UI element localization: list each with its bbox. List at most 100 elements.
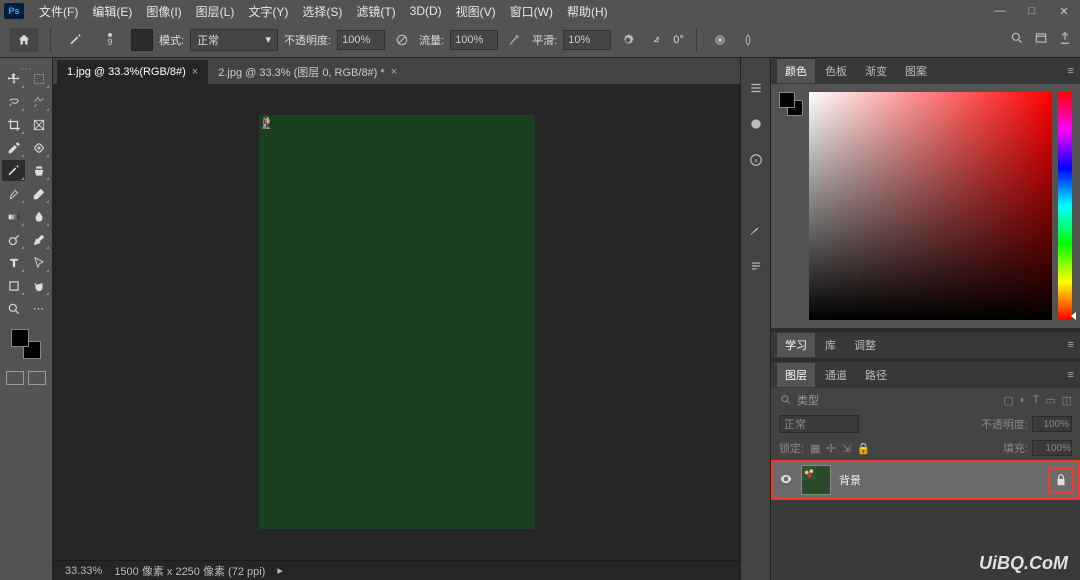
brush-tool-icon[interactable] [63, 29, 89, 51]
frame-tool[interactable] [27, 114, 50, 135]
menu-type[interactable]: 文字(Y) [241, 3, 295, 20]
panel-menu-icon[interactable]: ≡ [1068, 369, 1074, 381]
menu-file[interactable]: 文件(F) [32, 3, 85, 20]
tab-libraries[interactable]: 库 [817, 333, 844, 357]
crop-tool[interactable] [2, 114, 25, 135]
brush-settings-icon[interactable] [746, 78, 766, 98]
lock-all-icon[interactable]: 🔒 [857, 442, 871, 455]
visibility-icon[interactable] [779, 472, 793, 489]
menu-select[interactable]: 选择(S) [295, 3, 349, 20]
menu-layer[interactable]: 图层(L) [189, 3, 242, 20]
character-panel-icon[interactable] [746, 114, 766, 134]
quick-mask-icon[interactable] [6, 371, 24, 385]
layer-opacity-field[interactable] [1032, 416, 1072, 432]
color-swatch-pair[interactable] [779, 92, 803, 116]
tab-gradients[interactable]: 渐变 [857, 59, 895, 83]
layer-blend-dropdown[interactable]: 正常 [779, 415, 859, 433]
panel-menu-icon[interactable]: ≡ [1068, 339, 1074, 351]
share-icon[interactable] [1058, 31, 1072, 48]
airbrush-icon[interactable] [504, 29, 526, 51]
tab-adjustments[interactable]: 调整 [846, 333, 884, 357]
shape-tool[interactable] [2, 275, 25, 296]
lock-position-icon[interactable]: ✢ [826, 442, 835, 455]
close-tab-icon[interactable]: × [391, 66, 397, 78]
workspaces-icon[interactable] [1034, 31, 1048, 48]
canvas-area[interactable] [53, 84, 740, 560]
paragraph-panel-icon[interactable] [746, 256, 766, 276]
zoom-tool[interactable] [2, 298, 25, 319]
pen-tool[interactable] [27, 229, 50, 250]
search-icon[interactable] [1010, 31, 1024, 48]
pressure-opacity-icon[interactable] [391, 29, 413, 51]
layer-name[interactable]: 背景 [839, 472, 861, 488]
hand-tool[interactable] [27, 275, 50, 296]
opacity-field[interactable]: 100% [337, 30, 385, 50]
document-tab-1[interactable]: 1.jpg @ 33.3%(RGB/8#)× [57, 60, 208, 84]
menu-edit[interactable]: 编辑(E) [85, 3, 139, 20]
layer-thumbnail[interactable] [801, 465, 831, 495]
gear-icon[interactable] [617, 29, 639, 51]
quick-select-tool[interactable] [27, 91, 50, 112]
filter-image-icon[interactable]: ▢ [1003, 394, 1013, 407]
home-button[interactable] [10, 28, 38, 52]
screen-mode-icon[interactable] [28, 371, 46, 385]
color-swatch[interactable] [11, 329, 41, 359]
menu-help[interactable]: 帮助(H) [560, 3, 615, 20]
color-cursor[interactable] [849, 274, 859, 284]
angle-icon[interactable]: ⦨ [645, 29, 667, 51]
canvas[interactable] [259, 115, 535, 529]
lasso-tool[interactable] [2, 91, 25, 112]
color-field[interactable] [809, 92, 1052, 320]
pressure-size-icon[interactable] [709, 29, 731, 51]
history-brush-tool[interactable] [2, 183, 25, 204]
eyedropper-tool[interactable] [2, 137, 25, 158]
filter-type-icon[interactable]: T [1032, 394, 1039, 407]
layer-background[interactable]: 背景 [771, 460, 1080, 500]
layer-filter[interactable]: 类型 [779, 392, 819, 408]
filter-adjust-icon[interactable]: ◐ [1020, 394, 1027, 407]
fill-field[interactable] [1032, 440, 1072, 456]
menu-view[interactable]: 视图(V) [449, 3, 503, 20]
eraser-tool[interactable] [27, 183, 50, 204]
close-tab-icon[interactable]: × [192, 66, 198, 78]
tab-patterns[interactable]: 图案 [897, 59, 935, 83]
brush-panel-toggle-icon[interactable] [131, 29, 153, 51]
type-tool[interactable] [2, 252, 25, 273]
hue-slider[interactable] [1058, 92, 1072, 320]
document-tab-2[interactable]: 2.jpg @ 33.3% (图层 0, RGB/8#) *× [208, 60, 407, 84]
flow-field[interactable]: 100% [450, 30, 498, 50]
marquee-tool[interactable] [27, 68, 50, 89]
lock-pixels-icon[interactable]: ▦ [810, 442, 820, 455]
lock-icon[interactable] [1050, 469, 1072, 491]
tab-color[interactable]: 颜色 [777, 59, 815, 83]
blend-mode-dropdown[interactable]: 正常▾ [190, 29, 278, 51]
menu-filter[interactable]: 滤镜(T) [349, 3, 402, 20]
window-close-icon[interactable]: ✕ [1048, 0, 1080, 22]
dodge-tool[interactable] [2, 229, 25, 250]
window-minimize-icon[interactable]: — [984, 0, 1016, 22]
zoom-value[interactable]: 33.33% [65, 565, 102, 577]
filter-shape-icon[interactable]: ▭ [1045, 394, 1055, 407]
filter-smart-icon[interactable]: ◫ [1062, 394, 1072, 407]
brushes-panel-icon[interactable] [746, 220, 766, 240]
chevron-right-icon[interactable]: ▸ [277, 564, 283, 577]
menu-3d[interactable]: 3D(D) [403, 4, 449, 18]
panel-menu-icon[interactable]: ≡ [1068, 65, 1074, 77]
healing-tool[interactable] [27, 137, 50, 158]
move-tool[interactable] [2, 68, 25, 89]
info-panel-icon[interactable] [746, 150, 766, 170]
path-select-tool[interactable] [27, 252, 50, 273]
blur-tool[interactable] [27, 206, 50, 227]
tab-layers[interactable]: 图层 [777, 363, 815, 387]
lock-artboard-icon[interactable]: ⇲ [842, 442, 851, 455]
symmetry-icon[interactable] [737, 29, 759, 51]
tab-paths[interactable]: 路径 [857, 363, 895, 387]
clone-stamp-tool[interactable] [27, 160, 50, 181]
menu-window[interactable]: 窗口(W) [503, 3, 560, 20]
smooth-field[interactable]: 10% [563, 30, 611, 50]
tab-swatches[interactable]: 色板 [817, 59, 855, 83]
window-maximize-icon[interactable]: □ [1016, 0, 1048, 22]
gradient-tool[interactable] [2, 206, 25, 227]
tab-learn[interactable]: 学习 [777, 333, 815, 357]
brush-tool[interactable] [2, 160, 25, 181]
